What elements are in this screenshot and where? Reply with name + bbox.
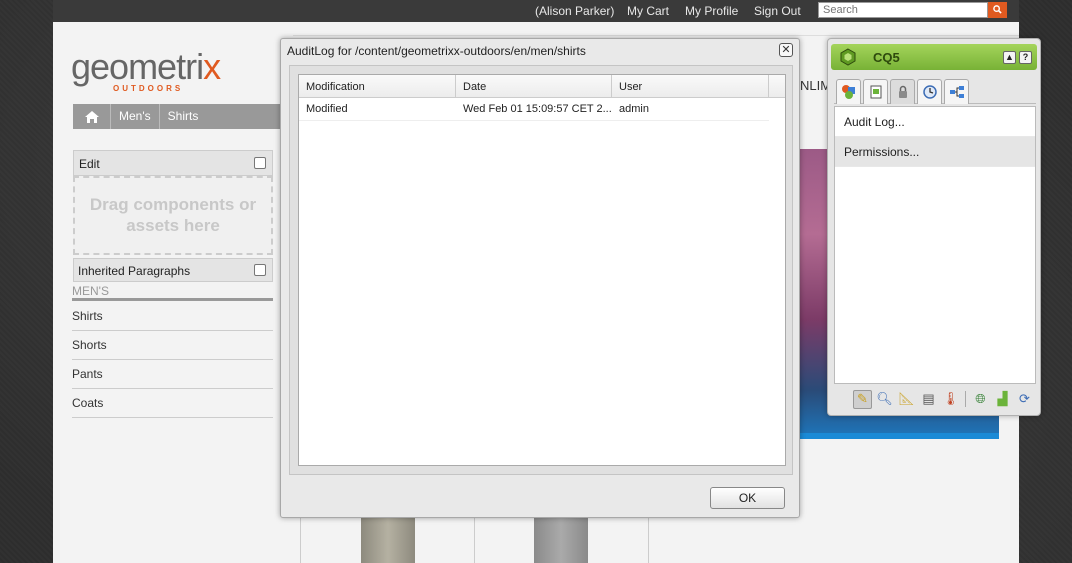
tab-versioning[interactable] — [917, 79, 942, 104]
category-menu: Shirts Shorts Pants Coats — [72, 302, 273, 418]
search-button[interactable] — [988, 2, 1007, 18]
close-icon: ✕ — [781, 44, 791, 56]
breadcrumb-home[interactable] — [73, 104, 111, 129]
page-icon — [870, 85, 881, 99]
preview-mode-button[interactable]: 🔍︎ — [875, 390, 894, 409]
dialog-title: AuditLog for /content/geometrixx-outdoor… — [287, 44, 586, 58]
design-mode-button[interactable]: 📐︎ — [897, 390, 916, 409]
refresh-button[interactable]: ⟳ — [1015, 390, 1034, 409]
ruler-icon: 📐︎ — [898, 391, 915, 406]
inherited-paragraphs-bar[interactable]: Inherited Paragraphs — [73, 258, 273, 282]
cell-user: admin — [619, 103, 649, 115]
properties-button[interactable]: ▤ — [919, 390, 938, 409]
edit-checkbox[interactable] — [254, 157, 266, 169]
menu-item-pants[interactable]: Pants — [72, 360, 273, 389]
audit-log-dialog: AuditLog for /content/geometrixx-outdoor… — [280, 38, 800, 518]
globe-icon: 🌐︎ — [975, 391, 986, 406]
analytics-button[interactable]: ▟ — [993, 390, 1012, 409]
tab-page[interactable] — [863, 79, 888, 104]
inherited-label: Inherited Paragraphs — [78, 264, 191, 278]
menu-item-shorts[interactable]: Shorts — [72, 331, 273, 360]
search-icon — [993, 5, 1002, 14]
sidekick-title: CQ5 — [873, 50, 900, 65]
components-icon — [841, 85, 855, 99]
sidekick-tabs — [834, 77, 1036, 104]
document-icon: ▤ — [922, 391, 935, 406]
website-admin-button[interactable]: 🌐︎ — [971, 390, 990, 409]
search-input[interactable] — [818, 2, 988, 18]
product-image[interactable] — [361, 517, 415, 563]
table-header: Modification Date User — [299, 75, 785, 98]
refresh-icon: ⟳ — [1019, 391, 1030, 406]
logo[interactable]: geometrix OUTDOORS — [71, 46, 221, 93]
breadcrumb-mens[interactable]: Men's — [111, 104, 160, 129]
menu-item-shirts[interactable]: Shirts — [72, 302, 273, 331]
toolbar-separator — [965, 391, 966, 407]
sign-out-link[interactable]: Sign Out — [754, 4, 801, 18]
audit-log-action[interactable]: Audit Log... — [835, 107, 1035, 137]
chevron-up-icon: ▲ — [1005, 52, 1014, 62]
help-icon: ? — [1022, 52, 1029, 62]
edit-bar[interactable]: Edit — [73, 150, 273, 176]
edit-label: Edit — [79, 157, 100, 171]
my-profile-link[interactable]: My Profile — [685, 4, 738, 18]
magnifier-icon: 🔍︎ — [876, 391, 893, 406]
cell-modification: Modified — [306, 103, 348, 115]
sidekick-panel: CQ5 ▲ ? Audit Log... Permissions... ✎ 🔍︎… — [827, 38, 1041, 416]
thermometer-icon: 🌡︎ — [942, 391, 959, 406]
menu-item-coats[interactable]: Coats — [72, 389, 273, 418]
tab-workflow[interactable] — [944, 79, 969, 104]
drop-zone[interactable]: Drag components or assets here — [73, 176, 273, 255]
my-cart-link[interactable]: My Cart — [627, 4, 669, 18]
client-context-button[interactable]: 🌡︎ — [941, 390, 960, 409]
dialog-body: Modification Date User Modified Wed Feb … — [289, 65, 793, 475]
sidekick-toolbar: ✎ 🔍︎ 📐︎ ▤ 🌡︎ 🌐︎ ▟ ⟳ — [834, 387, 1036, 411]
table-row[interactable]: Modified Wed Feb 01 15:09:57 CET 2... ad… — [299, 98, 769, 121]
edit-mode-button[interactable]: ✎ — [853, 389, 872, 409]
tab-components[interactable] — [836, 79, 861, 104]
cq5-logo-icon — [840, 48, 856, 66]
sidekick-body: Audit Log... Permissions... — [834, 106, 1036, 384]
menu-title: MEN'S — [72, 284, 273, 301]
column-date[interactable]: Date — [456, 75, 612, 97]
pencil-icon: ✎ — [857, 391, 868, 406]
cell-date: Wed Feb 01 15:09:57 CET 2... — [463, 103, 612, 115]
bar-chart-icon: ▟ — [997, 391, 1008, 406]
permissions-action[interactable]: Permissions... — [835, 137, 1035, 167]
lock-icon — [898, 85, 907, 98]
sidekick-header[interactable]: CQ5 ▲ ? — [831, 44, 1037, 70]
user-name-link[interactable]: (Alison Parker) — [535, 4, 614, 18]
audit-log-table: Modification Date User Modified Wed Feb … — [298, 74, 786, 466]
home-icon — [84, 110, 99, 123]
workflow-icon — [949, 86, 964, 98]
breadcrumb: Men's Shirts — [73, 104, 293, 129]
close-button[interactable]: ✕ — [779, 43, 793, 57]
column-user[interactable]: User — [612, 75, 769, 97]
clock-icon — [922, 85, 937, 99]
ok-button[interactable]: OK — [710, 487, 785, 509]
help-button[interactable]: ? — [1019, 51, 1032, 64]
collapse-button[interactable]: ▲ — [1003, 51, 1016, 64]
column-modification[interactable]: Modification — [299, 75, 456, 97]
nav-strip — [293, 22, 1019, 36]
tab-information[interactable] — [890, 79, 915, 104]
product-image[interactable] — [534, 517, 588, 563]
inherited-checkbox[interactable] — [254, 264, 266, 276]
breadcrumb-shirts[interactable]: Shirts — [160, 104, 207, 129]
